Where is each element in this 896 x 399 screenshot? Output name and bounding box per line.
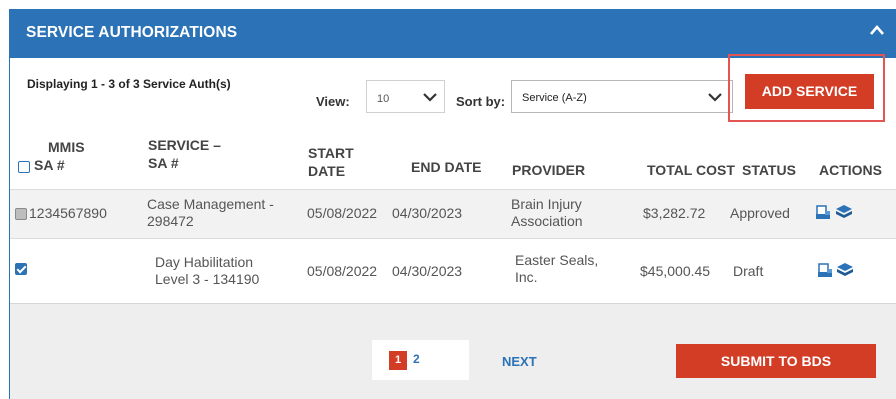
header-actions: ACTIONS (819, 162, 882, 178)
cell-start-date: 05/08/2022 (307, 263, 378, 279)
sort-select[interactable]: Service (A-Z) (511, 80, 733, 113)
cell-service-line1: Case Management - (147, 196, 274, 212)
view-select-value: 10 (377, 93, 390, 105)
header-service: SERVICE – SA # (148, 136, 221, 172)
cell-provider-line2: Association (511, 213, 583, 229)
chevron-down-icon (708, 93, 722, 102)
page-2-link[interactable]: 2 (413, 352, 420, 366)
cell-provider: Brain Injury Association (511, 196, 583, 230)
header-service-line1: SERVICE – (148, 137, 221, 153)
header-start-date: START DATE (308, 144, 354, 180)
cell-end-date: 04/30/2023 (392, 205, 463, 221)
header-start-line2: DATE (308, 163, 346, 179)
pager-area: 1 2 NEXT SUBMIT TO BDS (10, 303, 896, 399)
select-all-checkbox[interactable] (18, 161, 30, 173)
print-icon[interactable] (817, 263, 833, 279)
book-stack-icon[interactable] (836, 261, 854, 279)
chevron-up-icon[interactable] (869, 23, 885, 37)
header-total-cost: TOTAL COST (647, 162, 735, 178)
cell-service-line2: Level 3 - 134190 (155, 271, 260, 287)
sort-select-value: Service (A-Z) (522, 92, 587, 104)
row-checkbox[interactable] (15, 263, 27, 275)
header-mmis: MMIS SA # (34, 138, 85, 174)
view-select[interactable]: 10 (366, 80, 445, 113)
table-row: 1234567890 Case Management - 298472 05/0… (10, 189, 896, 239)
cell-service-line2: 298472 (147, 213, 194, 229)
header-mmis-line1: MMIS (48, 139, 85, 155)
cell-service-line1: Day Habilitation (155, 254, 254, 270)
service-authorizations-panel: SERVICE AUTHORIZATIONS Displaying 1 - 3 … (9, 9, 896, 399)
cell-status: Approved (730, 205, 790, 221)
header-status: STATUS (742, 162, 796, 178)
cell-provider-line1: Easter Seals, (515, 252, 599, 268)
cell-provider-line1: Brain Injury (511, 196, 582, 212)
header-service-line2: SA # (148, 155, 179, 171)
submit-to-bds-button[interactable]: SUBMIT TO BDS (676, 344, 876, 378)
next-link[interactable]: NEXT (502, 354, 537, 369)
cell-total-cost: $45,000.45 (640, 263, 711, 279)
header-end-date: END DATE (411, 159, 482, 175)
header-start-line1: START (308, 145, 354, 161)
chevron-down-icon (423, 93, 437, 102)
cell-total-cost: $3,282.72 (643, 205, 706, 221)
cell-provider-line2: Inc. (515, 269, 538, 285)
table-row: Day Habilitation Level 3 - 134190 05/08/… (10, 239, 896, 299)
cell-provider: Easter Seals, Inc. (515, 252, 598, 286)
header-mmis-line2: SA # (34, 157, 65, 173)
cell-status: Draft (733, 263, 764, 279)
displaying-count: Displaying 1 - 3 of 3 Service Auth(s) (27, 77, 231, 91)
sort-label: Sort by: (456, 94, 506, 109)
panel-title: SERVICE AUTHORIZATIONS (26, 24, 238, 41)
cell-start-date: 05/08/2022 (307, 205, 378, 221)
cell-service: Case Management - 298472 (147, 196, 274, 230)
add-service-button[interactable]: ADD SERVICE (745, 74, 874, 109)
cell-end-date: 04/30/2023 (392, 263, 463, 279)
row-checkbox[interactable] (15, 208, 27, 220)
book-stack-icon[interactable] (835, 203, 853, 221)
pagination: 1 2 (372, 340, 469, 380)
cell-service: Day Habilitation Level 3 - 134190 (155, 254, 259, 288)
page-1-button[interactable]: 1 (389, 351, 407, 370)
cell-mmis: 1234567890 (29, 205, 107, 221)
print-icon[interactable] (815, 205, 831, 221)
header-provider: PROVIDER (512, 162, 586, 178)
view-label: View: (316, 94, 350, 109)
panel-header: SERVICE AUTHORIZATIONS (10, 9, 896, 58)
